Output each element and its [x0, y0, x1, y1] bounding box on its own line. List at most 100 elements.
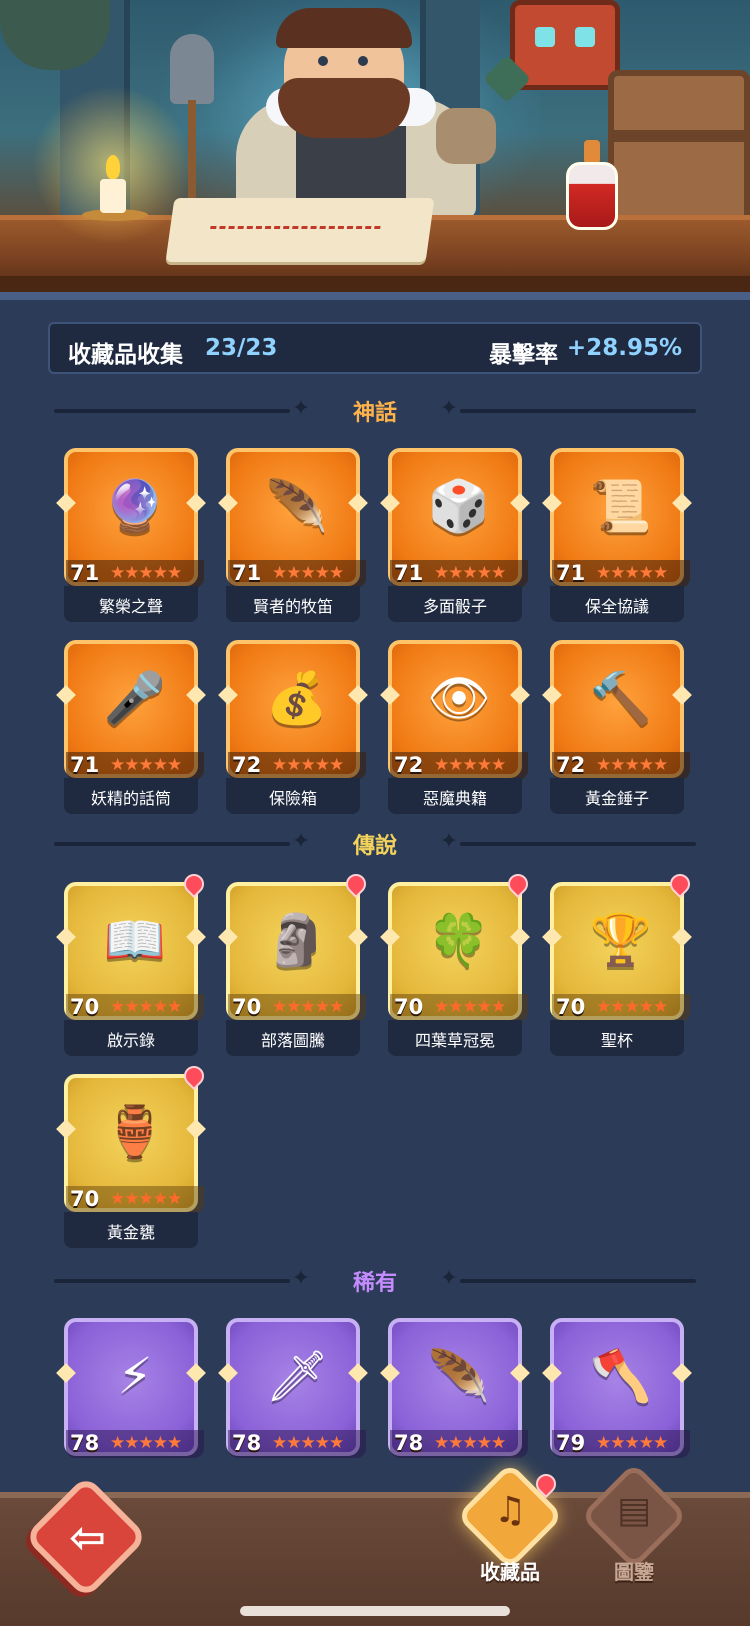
dice-icon: 🎲 — [427, 476, 491, 535]
star-rating: ★★★★★ — [110, 1189, 182, 1209]
collectible-card[interactable]: 🪶 71 ★★★★★ 賢者的牧笛 — [218, 448, 368, 624]
collectible-card[interactable]: ⚡ 78 ★★★★★ — [56, 1318, 206, 1494]
golden-urn-icon: 🏺 — [103, 1102, 167, 1161]
star-rating: ★★★★★ — [110, 755, 182, 775]
home-indicator — [240, 1606, 510, 1616]
collectible-card[interactable]: 🔮 71 ★★★★★ 繁榮之聲 — [56, 448, 206, 624]
item-level: 70 — [70, 995, 100, 1019]
sparkle-icon: ✦ — [439, 396, 459, 421]
item-name: 黃金甕 — [106, 1223, 155, 1242]
item-name: 保全協議 — [584, 597, 649, 616]
tab-codex-label: 圖鑒 — [614, 1560, 654, 1584]
item-level: 71 — [232, 561, 262, 585]
star-rating: ★★★★★ — [272, 563, 344, 583]
item-level: 70 — [556, 995, 586, 1019]
item-level: 72 — [394, 753, 424, 777]
tab-codex[interactable]: ▤ 圖鑒 — [580, 1462, 688, 1588]
star-rating: ★★★★★ — [110, 997, 182, 1017]
collectible-card[interactable]: 📖 70 ★★★★★ 啟示錄 — [56, 869, 209, 1058]
dwarf-merchant — [196, 8, 496, 218]
sparkle-icon: ✦ — [439, 829, 459, 854]
section-header-legend: ✦ 傳說 ✦ — [54, 827, 696, 859]
collectible-card[interactable]: 🏆 70 ★★★★★ 聖杯 — [542, 869, 695, 1058]
treasure-map — [165, 198, 435, 262]
sparkle-icon: ✦ — [439, 1266, 459, 1291]
collectible-card[interactable]: 🎲 71 ★★★★★ 多面骰子 — [380, 448, 530, 624]
item-level: 72 — [556, 753, 586, 777]
item-name: 多面骰子 — [422, 597, 487, 616]
item-level: 78 — [232, 1431, 262, 1455]
shop-scene — [0, 0, 750, 292]
crit-rate-value: +28.95% — [566, 335, 682, 361]
collectible-card[interactable]: 👁 72 ★★★★★ 惡魔典籍 — [380, 640, 530, 816]
grail-icon: 🏆 — [589, 910, 653, 969]
item-name: 賢者的牧笛 — [252, 597, 333, 616]
tribal-totem-icon: 🗿 — [265, 910, 329, 969]
collectible-card[interactable]: 🔨 72 ★★★★★ 黃金錘子 — [542, 640, 692, 816]
item-level: 71 — [394, 561, 424, 585]
clover-crown-icon: 🍀 — [427, 910, 491, 969]
star-rating: ★★★★★ — [272, 1433, 344, 1453]
star-rating: ★★★★★ — [596, 1433, 668, 1453]
feather-flute-icon: 🪶 — [265, 476, 329, 535]
star-rating: ★★★★★ — [110, 563, 182, 583]
collectible-card[interactable]: 🗿 70 ★★★★★ 部落圖騰 — [218, 869, 371, 1058]
collectible-card[interactable]: 🗡 78 ★★★★★ — [218, 1318, 368, 1494]
book-icon: ▤ — [616, 1490, 651, 1531]
back-arrow-icon: ⇦ — [68, 1512, 106, 1564]
star-rating: ★★★★★ — [434, 997, 506, 1017]
item-name: 繁榮之聲 — [98, 597, 163, 616]
item-name: 惡魔典籍 — [422, 789, 487, 808]
golden-hammer-icon: 🔨 — [589, 668, 653, 727]
collectible-card[interactable]: 🍀 70 ★★★★★ 四葉草冠冕 — [380, 869, 533, 1058]
collectible-card[interactable]: 📜 71 ★★★★★ 保全協議 — [542, 448, 692, 624]
fairy-microphone-icon: 🎤 — [103, 668, 167, 727]
candle-icon — [32, 85, 192, 245]
item-level: 78 — [70, 1431, 100, 1455]
item-level: 70 — [70, 1187, 100, 1211]
collectible-card[interactable]: 🪶 78 ★★★★★ — [380, 1318, 530, 1494]
collectible-card[interactable]: 🏺 70 ★★★★★ 黃金甕 — [56, 1061, 209, 1250]
star-rating: ★★★★★ — [434, 563, 506, 583]
star-rating: ★★★★★ — [272, 997, 344, 1017]
tab-collection-label: 收藏品 — [480, 1560, 540, 1584]
tab-collection[interactable]: ♫ 收藏品 — [456, 1462, 564, 1588]
collectible-card[interactable]: 💰 72 ★★★★★ 保險箱 — [218, 640, 368, 816]
contract-icon: 📜 — [589, 476, 653, 535]
collection-panel: 收藏品收集 23/23 暴擊率 +28.95% ✦ 神話 ✦ 🔮 71 ★★★★★ 繁… — [0, 292, 750, 1500]
item-name: 保險箱 — [268, 789, 317, 808]
collectible-card[interactable]: 🎤 71 ★★★★★ 妖精的話筒 — [56, 640, 206, 816]
star-rating: ★★★★★ — [434, 755, 506, 775]
wooden-chest — [608, 70, 750, 230]
section-header-rare: ✦ 稀有 ✦ — [54, 1264, 696, 1296]
item-name: 部落圖騰 — [260, 1031, 325, 1050]
open-book-icon: 📖 — [103, 910, 167, 969]
item-level: 71 — [556, 561, 586, 585]
treasure-chest-icon: 💰 — [265, 668, 329, 727]
lightning-card-icon: ⚡ — [117, 1347, 153, 1405]
axe-icon: 🪓 — [589, 1346, 653, 1405]
item-name: 聖杯 — [600, 1031, 633, 1050]
item-name: 四葉草冠冕 — [414, 1031, 495, 1050]
star-rating: ★★★★★ — [110, 1433, 182, 1453]
item-name: 黃金錘子 — [584, 789, 649, 808]
item-name: 妖精的話筒 — [90, 789, 171, 808]
star-rating: ★★★★★ — [596, 997, 668, 1017]
star-rating: ★★★★★ — [596, 563, 668, 583]
section-header-mythic: ✦ 神話 ✦ — [54, 394, 696, 426]
item-level: 71 — [70, 753, 100, 777]
crit-rate-label: 暴擊率 — [489, 342, 558, 368]
demon-tome-icon: 👁 — [427, 668, 491, 727]
collection-count: 23/23 — [205, 335, 278, 361]
item-name: 啟示錄 — [106, 1031, 155, 1050]
collection-summary: 收藏品收集 23/23 暴擊率 +28.95% — [48, 322, 702, 374]
item-level: 79 — [556, 1431, 586, 1455]
item-level: 78 — [394, 1431, 424, 1455]
item-level: 72 — [232, 753, 262, 777]
blue-orb-icon: 🔮 — [103, 476, 167, 535]
potion-icon — [566, 140, 618, 232]
star-rating: ★★★★★ — [272, 755, 344, 775]
collectible-card[interactable]: 🪓 79 ★★★★★ — [542, 1318, 692, 1494]
star-rating: ★★★★★ — [434, 1433, 506, 1453]
item-level: 70 — [232, 995, 262, 1019]
